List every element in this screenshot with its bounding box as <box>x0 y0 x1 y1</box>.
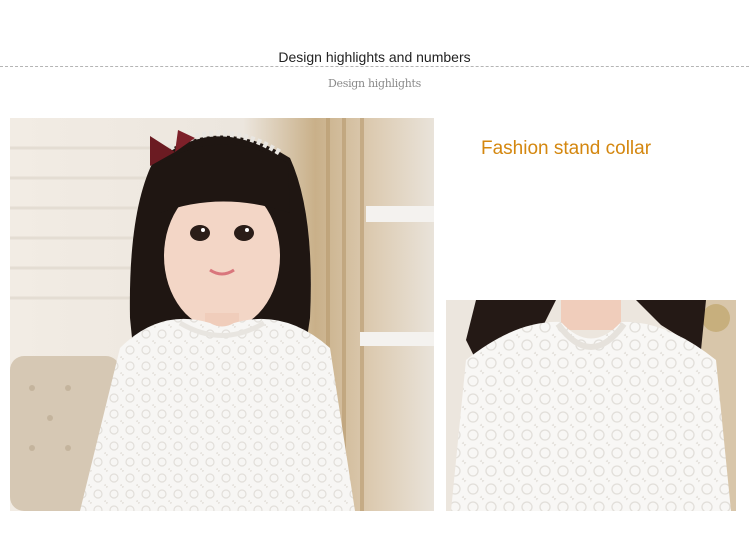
heading-title: Design highlights and numbers <box>276 49 473 65</box>
main-product-photo <box>10 118 434 511</box>
heading-subtitle: Design highlights <box>328 77 421 90</box>
feature-title: Fashion stand collar <box>481 138 652 159</box>
section-heading: Design highlights and numbers <box>0 49 749 69</box>
collar-detail-photo <box>446 300 736 511</box>
